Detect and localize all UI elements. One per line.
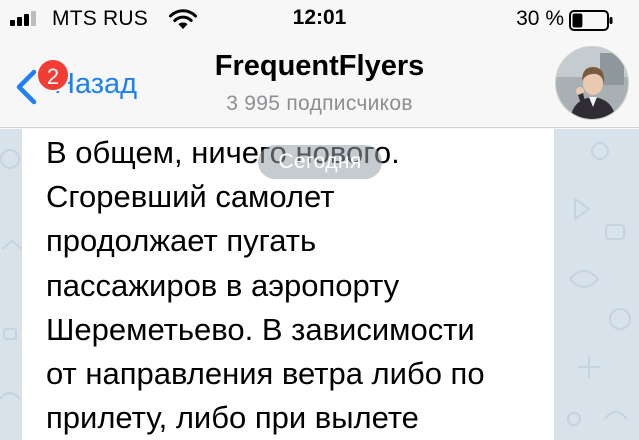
subscriber-count: 3 995 подписчиков bbox=[226, 92, 413, 115]
avatar-photo bbox=[556, 47, 628, 119]
telegram-channel-screen: MTS RUS 12:01 30 % Назад 2 FrequentFlyer… bbox=[0, 0, 639, 440]
battery-percent: 30 % bbox=[516, 7, 564, 30]
channel-avatar[interactable] bbox=[555, 46, 629, 120]
channel-title[interactable]: FrequentFlyers bbox=[0, 50, 639, 83]
chat-area[interactable]: В общем, ничего нового. Сгоревший самоле… bbox=[0, 129, 639, 440]
battery-icon bbox=[569, 10, 613, 31]
navigation-bar: Назад 2 FrequentFlyers 3 995 подписчиков bbox=[0, 40, 639, 128]
date-separator: Сегодня bbox=[258, 145, 382, 179]
status-bar: MTS RUS 12:01 30 % bbox=[0, 0, 639, 40]
